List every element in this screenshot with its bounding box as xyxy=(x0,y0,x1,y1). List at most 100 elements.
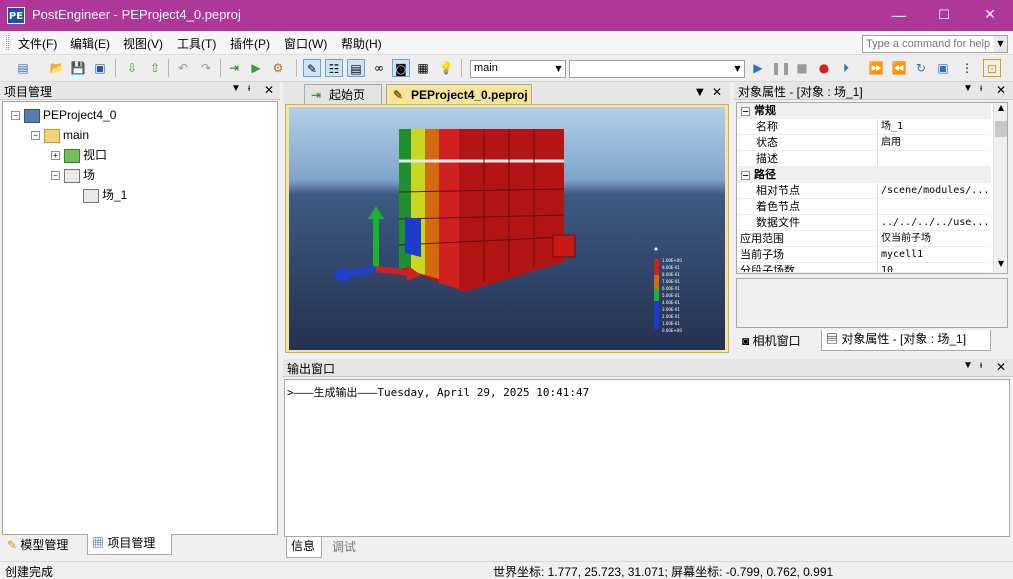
tree-node-main[interactable]: − main xyxy=(31,126,89,144)
save-icon[interactable]: 💾 xyxy=(69,59,87,77)
film-icon[interactable]: ▦ xyxy=(414,59,432,77)
menu-tools[interactable]: 工具(T) xyxy=(177,35,216,52)
property-row[interactable]: 当前子场 mycell1 xyxy=(737,247,991,263)
pin-icon[interactable]: ᵻ xyxy=(980,360,982,371)
category-path[interactable]: − 路径 xyxy=(737,167,991,183)
property-row[interactable]: 数据文件 ../../../../use... xyxy=(737,215,991,231)
panel-menu-icon[interactable]: ▼ xyxy=(231,83,241,94)
loop-icon[interactable]: ↻ xyxy=(912,59,930,77)
tab-start-page[interactable]: ⇥ 起始页 xyxy=(304,84,382,104)
property-row[interactable]: 状态 启用 xyxy=(737,135,991,151)
panel-close-icon[interactable]: ✕ xyxy=(264,83,274,97)
property-row[interactable]: 描述 xyxy=(737,151,991,167)
object-combo-dropdown-icon[interactable]: ▼ xyxy=(731,61,744,77)
minimize-button[interactable]: — xyxy=(876,0,922,31)
menu-window[interactable]: 窗口(W) xyxy=(284,35,327,52)
property-row[interactable]: 着色节点 xyxy=(737,199,991,215)
fast-forward-icon[interactable]: ⏩ xyxy=(867,59,885,77)
redo-icon[interactable]: ↷ xyxy=(197,59,215,77)
tree-node-project[interactable]: − PEProject4_0 xyxy=(11,106,116,124)
field-icon xyxy=(64,168,80,183)
tree-view-icon[interactable]: ☷ xyxy=(325,59,343,77)
step-icon[interactable]: ⏵ xyxy=(837,59,855,77)
menu-plugins[interactable]: 插件(P) xyxy=(230,35,270,52)
tab-camera-window[interactable]: ◙ 相机窗口 xyxy=(738,332,818,353)
tab-project-document[interactable]: ✎ PEProject4_0.peproj xyxy=(386,84,532,104)
toolbar-separator xyxy=(168,59,169,77)
collapse-icon[interactable]: − xyxy=(741,170,750,180)
pause-icon[interactable]: ❚❚ xyxy=(771,59,791,77)
output-text-area[interactable]: >———生成输出———Tuesday, April 29, 2025 10:41… xyxy=(284,379,1010,537)
export-icon[interactable]: ⇧ xyxy=(146,59,164,77)
collapse-icon[interactable]: − xyxy=(11,111,20,121)
property-grid-scrollbar[interactable]: ▲ ▼ xyxy=(993,103,1007,273)
pin-icon[interactable]: ᵻ xyxy=(980,83,982,94)
rewind-icon[interactable]: ⏪ xyxy=(890,59,908,77)
stop-icon[interactable]: ■ xyxy=(793,59,811,77)
tree-node-field-1[interactable]: 场_1 xyxy=(83,186,127,204)
category-general[interactable]: − 常规 xyxy=(737,103,991,119)
collapse-icon[interactable]: − xyxy=(31,131,40,141)
title-bar: PE PostEngineer - PEProject4_0.peproj — … xyxy=(0,0,1013,31)
command-dropdown-icon[interactable]: ▼ xyxy=(994,36,1007,52)
scroll-up-icon[interactable]: ▲ xyxy=(995,103,1007,117)
object-combo[interactable] xyxy=(569,60,745,78)
tab-info[interactable]: 信息 xyxy=(286,537,322,558)
open-folder-icon[interactable]: 📂 xyxy=(48,59,66,77)
panel-menu-icon[interactable]: ▼ xyxy=(963,83,973,94)
properties-view-icon[interactable]: ▤ xyxy=(347,59,365,77)
panel-menu-icon[interactable]: ▼ xyxy=(963,360,973,371)
camera-view-icon[interactable]: ◙ xyxy=(392,59,410,77)
more-icon[interactable]: ⋮ xyxy=(958,59,976,77)
command-search-input[interactable] xyxy=(862,35,1008,53)
close-button[interactable]: ✕ xyxy=(967,0,1013,31)
menu-edit[interactable]: 编辑(E) xyxy=(70,35,110,52)
property-row[interactable]: 分段子场数 10 xyxy=(737,263,991,273)
expand-icon[interactable]: + xyxy=(51,151,60,161)
scene-combo-dropdown-icon[interactable]: ▼ xyxy=(552,61,565,77)
record-icon[interactable]: ● xyxy=(815,59,833,77)
menubar-grip[interactable] xyxy=(6,35,9,50)
app-icon: PE xyxy=(7,7,25,24)
link-icon[interactable]: ∞ xyxy=(370,59,388,77)
tree-node-viewport[interactable]: + 视口 xyxy=(51,146,107,164)
generate-icon[interactable]: ⇥ xyxy=(225,59,243,77)
frame-icon[interactable]: ▣ xyxy=(934,59,952,77)
property-row[interactable]: 应用范围 仅当前子场 xyxy=(737,231,991,247)
menu-help[interactable]: 帮助(H) xyxy=(341,35,382,52)
tab-project-manager[interactable]: ▦ 项目管理 xyxy=(87,534,172,555)
tree-node-field[interactable]: − 场 xyxy=(51,166,95,184)
viewport-3d-scene[interactable]: 1.00E+00 9.00E-01 8.00E-01 7.00E-01 6.00E-01… xyxy=(289,107,725,350)
pin-icon[interactable]: ᵻ xyxy=(248,83,250,94)
menu-view[interactable]: 视图(V) xyxy=(123,35,163,52)
toolbar-separator xyxy=(115,59,116,77)
panel-close-icon[interactable]: ✕ xyxy=(996,83,1006,97)
undo-icon[interactable]: ↶ xyxy=(174,59,192,77)
tab-debug[interactable]: 调试 xyxy=(328,538,364,559)
play-icon[interactable]: ▶ xyxy=(749,59,767,77)
new-file-icon[interactable]: ▤ xyxy=(14,59,32,77)
light-bulb-icon[interactable]: 💡 xyxy=(437,59,455,77)
collapse-icon[interactable]: − xyxy=(51,171,60,181)
tab-list-icon[interactable]: ▼ xyxy=(696,87,704,98)
panel-close-icon[interactable]: ✕ xyxy=(996,360,1006,374)
document-close-icon[interactable]: ✕ xyxy=(712,85,722,99)
tab-model-manager[interactable]: ✎ 模型管理 xyxy=(3,536,83,557)
scroll-down-icon[interactable]: ▼ xyxy=(995,259,1007,273)
tab-object-properties[interactable]: ▤ 对象属性 - [对象 : 场_1] xyxy=(821,330,991,351)
fit-view-icon[interactable]: ⊡ xyxy=(983,59,1001,77)
property-row[interactable]: 相对节点 /scene/modules/... xyxy=(737,183,991,199)
menu-file[interactable]: 文件(F) xyxy=(18,35,57,52)
run-icon[interactable]: ▶ xyxy=(247,59,265,77)
collapse-icon[interactable]: − xyxy=(741,106,750,116)
legend-tick-label: 4.00E-01 xyxy=(662,300,680,305)
save-all-icon[interactable]: ▣ xyxy=(91,59,109,77)
property-row[interactable]: 名称 场_1 xyxy=(737,119,991,135)
legend-tick-label: 1.00E-01 xyxy=(662,321,680,326)
legend-tick-label: 2.00E-01 xyxy=(662,314,680,319)
import-icon[interactable]: ⇩ xyxy=(123,59,141,77)
maximize-button[interactable]: ☐ xyxy=(921,0,967,31)
scroll-thumb[interactable] xyxy=(995,121,1007,137)
model-view-icon[interactable]: ✎ xyxy=(303,59,321,77)
settings-icon[interactable]: ⚙ xyxy=(269,59,287,77)
